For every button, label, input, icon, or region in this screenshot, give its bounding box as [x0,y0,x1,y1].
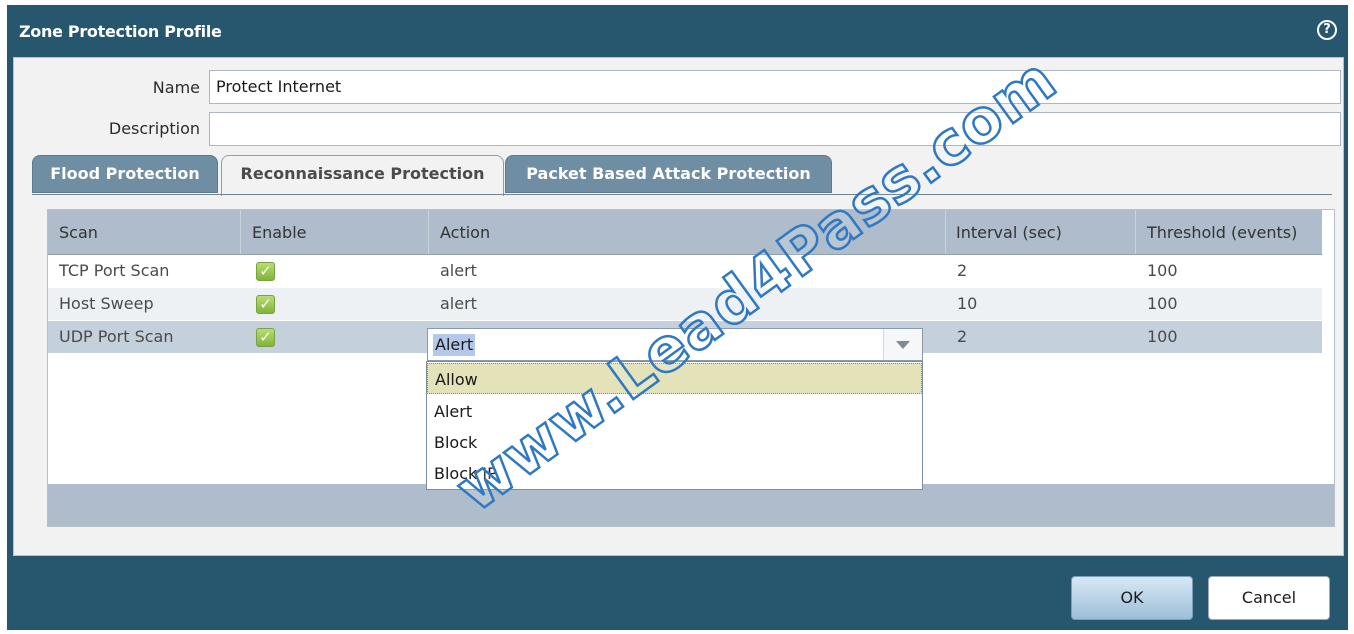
table-header: Scan Enable Action Interval (sec) Thresh… [48,210,1322,255]
table-footer [48,484,1334,526]
ok-button[interactable]: OK [1071,576,1193,620]
table-row[interactable]: TCP Port Scan ✓ alert 2 100 [48,255,1322,287]
option-alert[interactable]: Alert [427,396,922,427]
col-enable[interactable]: Enable [241,210,429,254]
help-icon[interactable]: ? [1317,20,1337,40]
scan-cell: UDP Port Scan [59,327,174,346]
interval-cell: 2 [957,327,968,346]
threshold-cell: 100 [1147,327,1178,346]
description-field[interactable] [209,112,1341,146]
threshold-cell: 100 [1147,294,1178,313]
col-scan[interactable]: Scan [48,210,241,254]
tab-reconnaissance-protection[interactable]: Reconnaissance Protection [221,155,504,196]
chevron-down-icon [896,341,910,349]
col-threshold[interactable]: Threshold (events) [1136,210,1322,254]
name-label: Name [152,78,200,97]
col-interval[interactable]: Interval (sec) [946,210,1136,254]
description-label: Description [108,119,200,138]
cancel-button[interactable]: Cancel [1208,576,1330,620]
scan-cell: TCP Port Scan [59,261,170,280]
scan-cell: Host Sweep [59,294,154,313]
action-cell[interactable]: alert [429,288,477,320]
action-select-value: Alert [433,334,476,356]
interval-cell: 10 [957,294,978,313]
tab-packet-based-attack-protection[interactable]: Packet Based Attack Protection [505,155,832,193]
name-field[interactable]: Protect Internet [209,70,1341,104]
threshold-cell: 100 [1147,261,1178,280]
dropdown-trigger[interactable] [883,329,922,360]
interval-cell: 2 [957,261,968,280]
enable-checkbox[interactable]: ✓ [256,328,275,347]
enable-checkbox[interactable]: ✓ [256,262,275,281]
enable-checkbox[interactable]: ✓ [256,295,275,314]
dialog-title: Zone Protection Profile [19,22,222,41]
tabs-divider [32,194,1332,195]
tab-flood-protection[interactable]: Flood Protection [32,155,218,193]
action-cell[interactable]: alert [429,255,477,287]
